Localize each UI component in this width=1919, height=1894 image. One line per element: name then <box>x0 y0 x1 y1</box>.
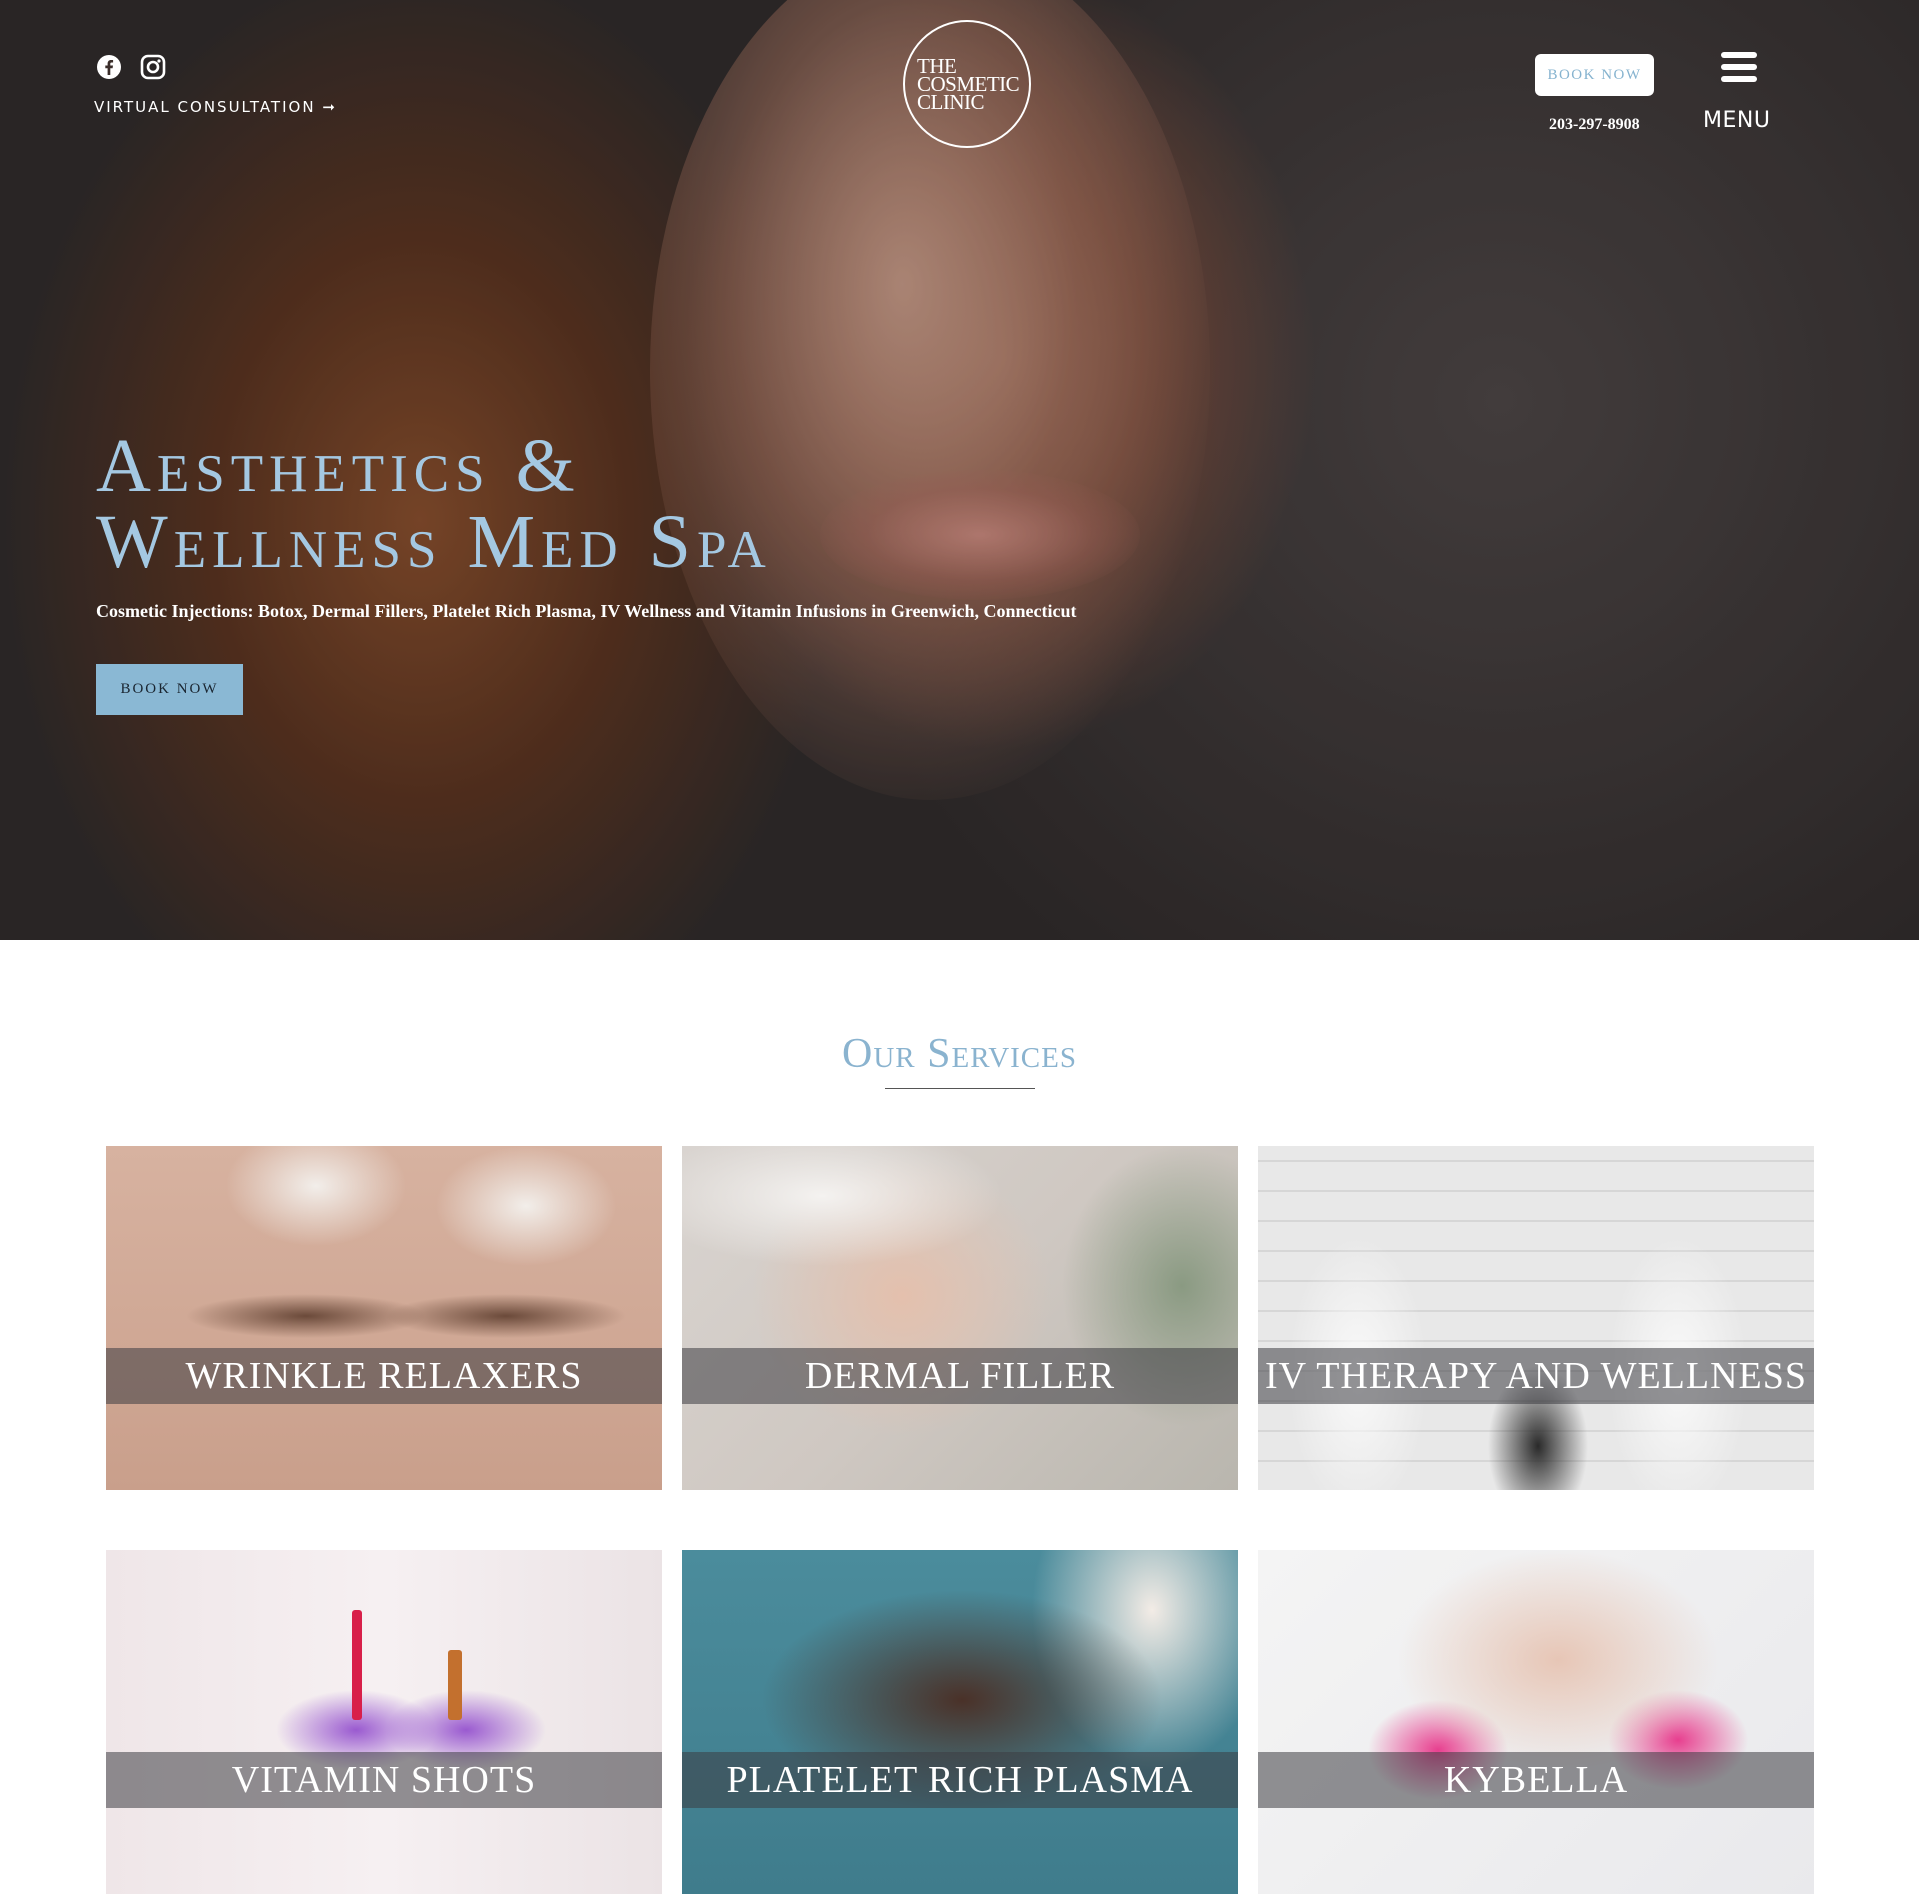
ampoule-image <box>448 1650 462 1720</box>
service-card-label: KYBELLA <box>1443 1759 1629 1801</box>
service-card-vitamin-shots[interactable]: VITAMIN SHOTS <box>106 1550 662 1894</box>
service-card-platelet-rich-plasma[interactable]: PLATELET RICH PLASMA <box>682 1550 1238 1894</box>
social-links <box>96 54 166 80</box>
hero-subtitle: Cosmetic Injections: Botox, Dermal Fille… <box>96 601 1077 621</box>
virtual-consultation-link[interactable]: VIRTUAL CONSULTATION ➞ <box>94 98 337 116</box>
hero-title: Aesthetics & Wellness Med Spa <box>96 428 772 580</box>
service-card-wrinkle-relaxers[interactable]: WRINKLE RELAXERS <box>106 1146 662 1490</box>
phone-link[interactable]: 203-297-8908 <box>1549 116 1640 134</box>
hamburger-icon[interactable] <box>1721 52 1757 84</box>
hero-title-line-1: Aesthetics & <box>96 424 581 508</box>
vial-image <box>352 1610 362 1720</box>
hero-title-line-2: Wellness Med Spa <box>96 500 772 584</box>
service-card-iv-therapy[interactable]: IV THERAPY AND WELLNESS <box>1258 1146 1814 1490</box>
service-card-label: IV THERAPY AND WELLNESS <box>1264 1355 1807 1397</box>
facebook-icon[interactable] <box>96 54 122 80</box>
service-card-label: DERMAL FILLER <box>804 1355 1116 1397</box>
instagram-icon[interactable] <box>140 54 166 80</box>
hero-section: VIRTUAL CONSULTATION ➞ THE COSMETIC CLIN… <box>0 0 1919 940</box>
hero-book-now-button[interactable]: BOOK NOW <box>96 664 243 715</box>
header-book-now-button[interactable]: BOOK NOW <box>1535 54 1654 96</box>
service-card-kybella[interactable]: KYBELLA <box>1258 1550 1814 1894</box>
services-title: Our Services <box>842 1031 1077 1077</box>
service-card-label: WRINKLE RELAXERS <box>185 1355 583 1397</box>
service-card-label: VITAMIN SHOTS <box>231 1759 537 1801</box>
service-card-dermal-filler[interactable]: DERMAL FILLER <box>682 1146 1238 1490</box>
services-title-divider <box>885 1088 1035 1089</box>
service-card-label: PLATELET RICH PLASMA <box>726 1759 1194 1801</box>
logo-line-3: CLINIC <box>917 90 985 114</box>
menu-label[interactable]: MENU <box>1703 108 1770 133</box>
clinic-logo[interactable]: THE COSMETIC CLINIC <box>903 20 1031 148</box>
